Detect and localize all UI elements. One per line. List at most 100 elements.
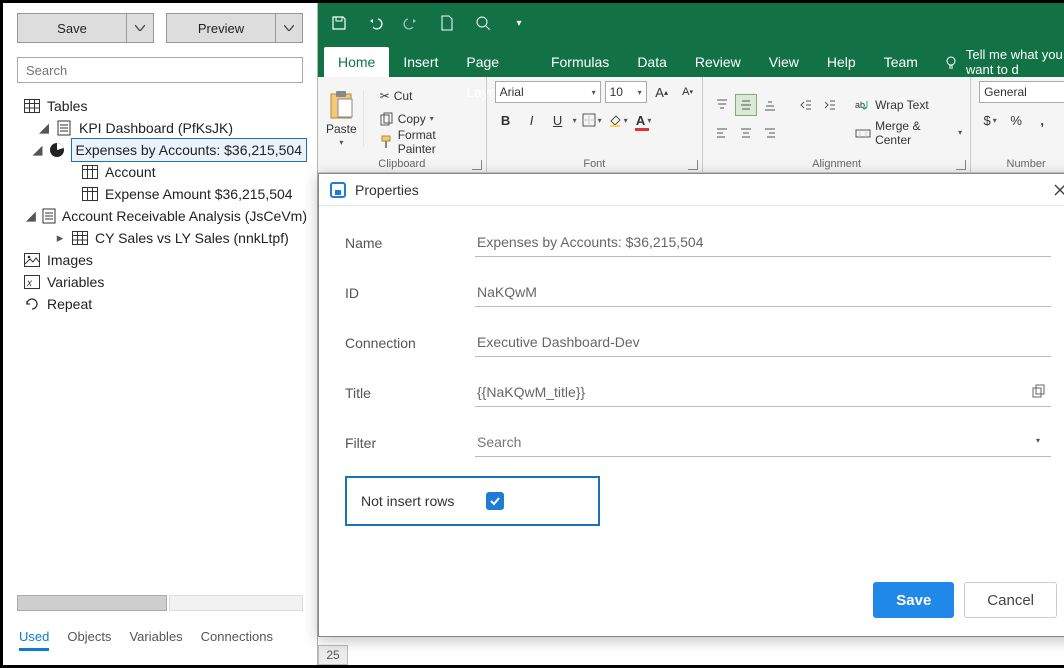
modal-cancel-button[interactable]: Cancel: [964, 582, 1057, 618]
prop-input-connection[interactable]: [475, 330, 1051, 357]
align-bottom-button[interactable]: [759, 94, 781, 116]
increase-indent-button[interactable]: [819, 94, 841, 116]
tell-me-search[interactable]: Tell me what you want to d: [932, 47, 1064, 77]
copy-title-button[interactable]: [1027, 380, 1049, 402]
font-color-button[interactable]: A▾: [633, 109, 655, 131]
bold-button[interactable]: B: [495, 109, 517, 131]
ribbon-tab-help[interactable]: Help: [813, 47, 870, 77]
paste-button[interactable]: Paste: [326, 122, 357, 136]
dialog-launcher-icon[interactable]: [472, 160, 482, 170]
tree-account-receivable[interactable]: ◢ Account Receivable Analysis (JsCeVm): [17, 205, 313, 227]
ribbon-tab-data[interactable]: Data: [623, 47, 681, 77]
copy-icon: [380, 112, 394, 126]
row-header-25[interactable]: 25: [318, 645, 348, 665]
increase-font-button[interactable]: A▴: [651, 81, 673, 103]
prop-input-filter[interactable]: [475, 430, 1051, 457]
redo-icon[interactable]: [400, 12, 422, 34]
number-format-select[interactable]: General▾: [979, 81, 1064, 103]
fill-color-button[interactable]: ▾: [607, 109, 629, 131]
font-name-value: Arial: [500, 85, 524, 99]
tree-root-tables[interactable]: Tables: [17, 95, 313, 117]
align-left-button[interactable]: [711, 122, 733, 144]
tree-label: Expense Amount $36,215,504: [105, 183, 293, 205]
align-right-button[interactable]: [759, 122, 781, 144]
chevron-down-icon[interactable]: ▾: [958, 128, 962, 137]
tree-search-input[interactable]: [24, 62, 296, 79]
close-button[interactable]: [1053, 183, 1064, 197]
undo-icon[interactable]: [364, 12, 386, 34]
tab-connections[interactable]: Connections: [201, 629, 273, 651]
percent-format-button[interactable]: %: [1005, 109, 1027, 131]
tree-images[interactable]: Images: [17, 249, 313, 271]
horizontal-scrollbar[interactable]: [17, 595, 303, 611]
tab-variables[interactable]: Variables: [129, 629, 182, 651]
ribbon-tab-formulas[interactable]: Formulas: [537, 47, 623, 77]
font-name-select[interactable]: Arial▾: [495, 81, 601, 103]
expander-icon[interactable]: ◢: [39, 117, 49, 139]
not-insert-rows-checkbox[interactable]: [486, 492, 504, 510]
accounting-format-button[interactable]: $▾: [979, 109, 1001, 131]
chevron-down-icon[interactable]: ▾: [573, 116, 577, 125]
align-middle-button[interactable]: [735, 94, 757, 116]
print-preview-icon[interactable]: [472, 12, 494, 34]
prop-input-id[interactable]: [475, 280, 1051, 307]
tree-expenses-by-accounts[interactable]: ◢ Expenses by Accounts: $36,215,504: [17, 139, 313, 161]
merge-center-button[interactable]: Merge & Center ▾: [855, 122, 962, 144]
paste-icon[interactable]: [327, 90, 355, 120]
borders-button[interactable]: ▾: [581, 109, 603, 131]
tree-cy-vs-ly[interactable]: ▸ CY Sales vs LY Sales (nnkLtpf): [17, 227, 313, 249]
expander-icon[interactable]: ◢: [26, 205, 36, 227]
prop-input-title[interactable]: [475, 380, 1051, 407]
font-size-select[interactable]: 10▾: [605, 81, 647, 103]
align-top-button[interactable]: [711, 94, 733, 116]
save-split-button[interactable]: Save: [17, 13, 154, 43]
new-doc-icon[interactable]: [436, 12, 458, 34]
tree-account-column[interactable]: Account: [17, 161, 313, 183]
scroll-thumb[interactable]: [17, 595, 167, 611]
preview-split-button[interactable]: Preview: [166, 13, 303, 43]
tab-objects[interactable]: Objects: [67, 629, 111, 651]
save-dropdown-arrow[interactable]: [127, 14, 153, 42]
comma-format-button[interactable]: ,: [1031, 109, 1053, 131]
tree-label: Account: [105, 161, 156, 183]
expander-icon[interactable]: ▸: [55, 227, 65, 249]
align-center-button[interactable]: [735, 122, 757, 144]
italic-button[interactable]: I: [521, 109, 543, 131]
dialog-launcher-icon[interactable]: [688, 160, 698, 170]
tree-label: Images: [47, 249, 93, 271]
modal-save-button[interactable]: Save: [873, 582, 954, 618]
filter-dropdown-button[interactable]: ▾: [1027, 430, 1049, 452]
save-button[interactable]: Save: [18, 14, 127, 42]
decrease-indent-button[interactable]: [795, 94, 817, 116]
prop-input-name[interactable]: [475, 230, 1051, 257]
tree-search-box[interactable]: [17, 57, 303, 83]
cut-button[interactable]: ✂ Cut: [376, 85, 478, 107]
group-label-font: Font: [495, 156, 694, 170]
tree-variables[interactable]: x Variables: [17, 271, 313, 293]
tab-used[interactable]: Used: [19, 629, 49, 651]
ribbon-tab-view[interactable]: View: [755, 47, 813, 77]
qat-customize-icon[interactable]: ▾: [508, 12, 530, 34]
expander-icon[interactable]: ◢: [33, 139, 43, 161]
tree-repeat[interactable]: Repeat: [17, 293, 313, 315]
chevron-down-icon[interactable]: ▾: [339, 138, 343, 147]
wrap-text-button[interactable]: ab Wrap Text: [855, 94, 962, 116]
copy-button[interactable]: Copy ▾: [376, 108, 478, 130]
tree-kpi-dashboard[interactable]: ◢ KPI Dashboard (PfKsJK): [17, 117, 313, 139]
ribbon-tab-team[interactable]: Team: [870, 47, 932, 77]
tree-expense-amount-column[interactable]: Expense Amount $36,215,504: [17, 183, 313, 205]
save-icon[interactable]: [328, 12, 350, 34]
ribbon-tab-page-layout[interactable]: Page Layout: [452, 47, 537, 77]
format-painter-button[interactable]: Format Painter: [376, 131, 478, 153]
ribbon-tab-home[interactable]: Home: [324, 47, 389, 77]
dialog-launcher-icon[interactable]: [956, 160, 966, 170]
ribbon-tab-insert[interactable]: Insert: [389, 47, 452, 77]
scroll-track[interactable]: [169, 595, 303, 611]
decrease-font-button[interactable]: A▾: [677, 81, 699, 103]
ribbon-tab-review[interactable]: Review: [681, 47, 755, 77]
underline-button[interactable]: U: [547, 109, 569, 131]
prop-label-id: ID: [345, 285, 475, 301]
chevron-down-icon[interactable]: ▾: [430, 114, 434, 123]
preview-button[interactable]: Preview: [167, 14, 276, 42]
preview-dropdown-arrow[interactable]: [276, 14, 302, 42]
